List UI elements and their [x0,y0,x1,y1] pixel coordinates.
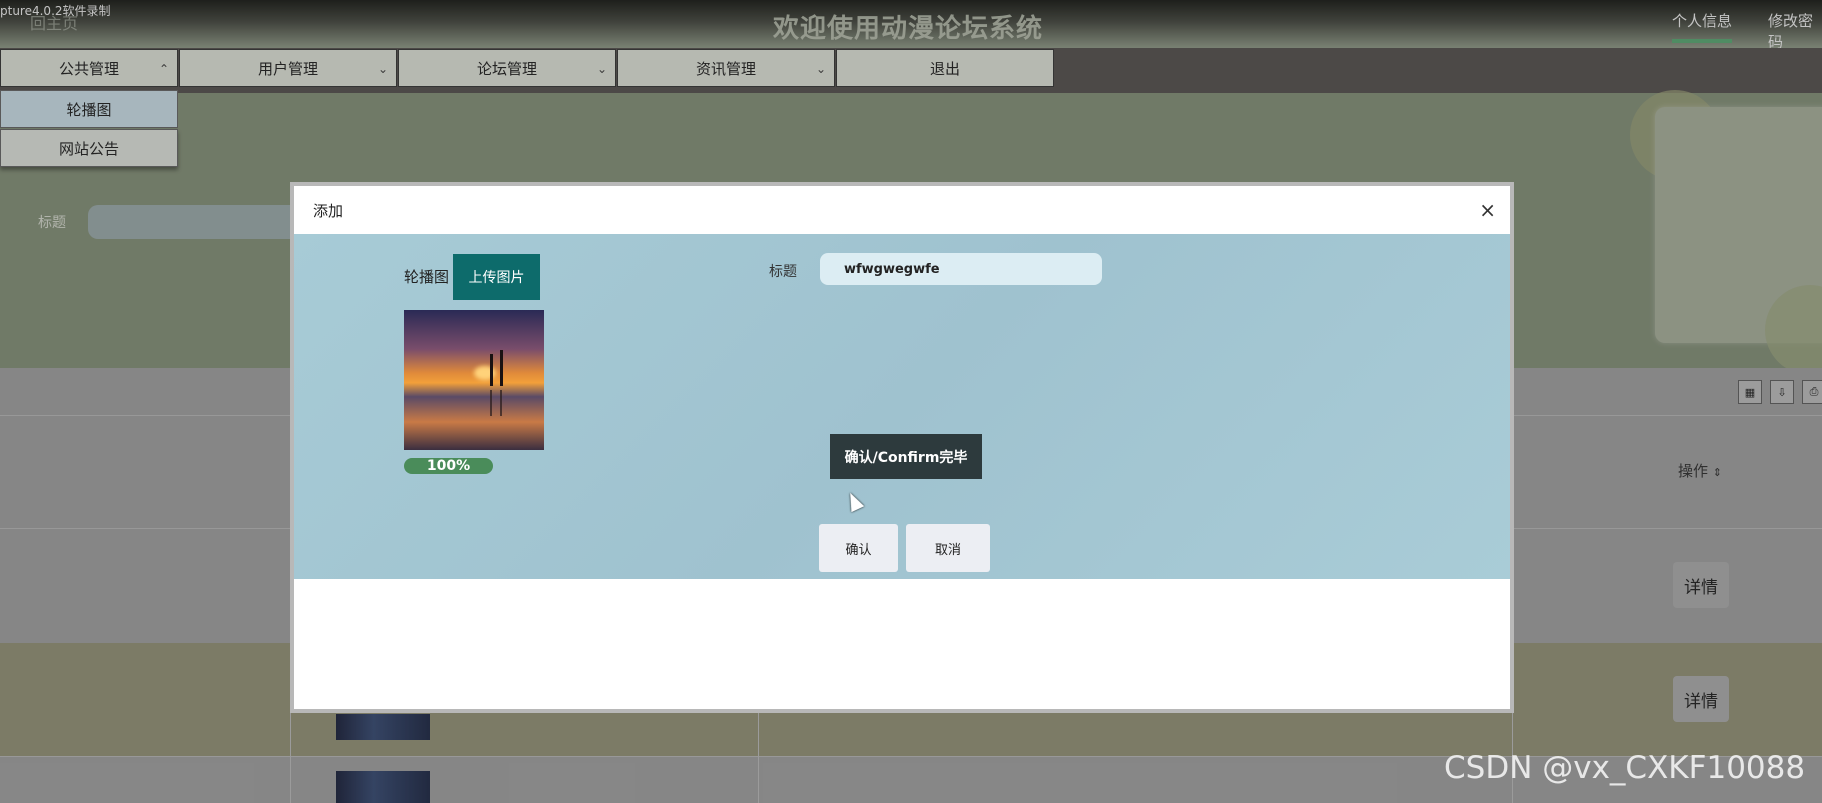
dialog-header: 添加 [294,186,1510,234]
confirm-done-button[interactable]: 确认/Confirm完毕 [830,434,982,479]
mouse-cursor-icon [843,489,865,513]
figure-shape [490,354,493,386]
reflection-shape [500,390,502,416]
watermark: CSDN @vx_CXKF10088 [1444,750,1806,786]
dialog-title: 添加 [313,201,344,220]
upload-image-button[interactable]: 上传图片 [453,254,540,300]
cancel-button[interactable]: 取消 [906,524,990,572]
upload-progress: 100% [404,458,493,474]
figure-shape [500,350,503,386]
reflection-shape [490,390,492,416]
title-input[interactable] [820,253,1102,285]
close-icon[interactable]: × [1479,198,1496,222]
add-dialog: 添加 × 轮播图 上传图片 100% 标题 确认/Confirm完毕 确认 取消 [290,182,1514,713]
ok-button[interactable]: 确认 [819,524,898,572]
uploaded-image-preview [404,310,544,450]
title-label: 标题 [769,264,797,280]
dialog-form: 轮播图 上传图片 100% 标题 确认/Confirm完毕 确认 取消 [294,234,1510,579]
carousel-image-label: 轮播图 [404,268,450,286]
